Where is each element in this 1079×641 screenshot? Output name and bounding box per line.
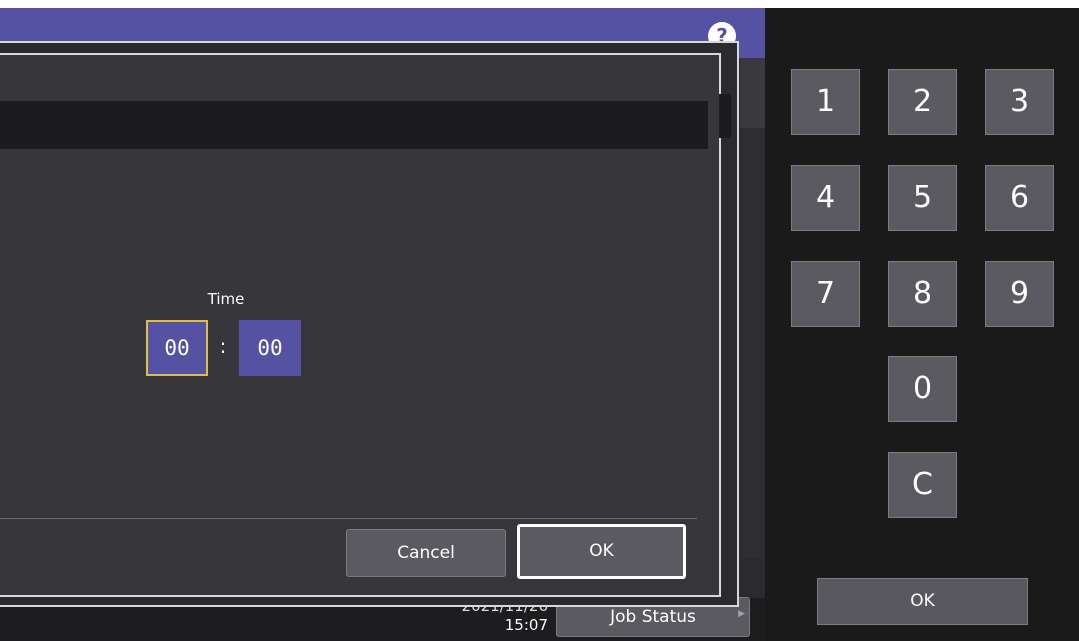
key-2[interactable]: 2 (888, 69, 957, 135)
triangle-right-icon: ▶ (738, 609, 745, 619)
background-strip (740, 58, 765, 129)
key-8[interactable]: 8 (888, 261, 957, 327)
dialog-name-field-end (719, 94, 731, 138)
hour-field[interactable]: 00 (146, 320, 208, 376)
key-0[interactable]: 0 (888, 356, 957, 422)
time-separator: : (219, 334, 227, 358)
job-status-label: Job Status (610, 607, 696, 627)
key-7[interactable]: 7 (791, 261, 860, 327)
cancel-button[interactable]: Cancel (346, 529, 506, 577)
key-9[interactable]: 9 (985, 261, 1054, 327)
key-clear[interactable]: C (888, 452, 957, 518)
minute-field[interactable]: 00 (239, 320, 301, 376)
dialog-divider (0, 518, 697, 519)
ok-button[interactable]: OK (517, 524, 686, 579)
time-label: Time (207, 290, 245, 308)
keypad-ok-button[interactable]: OK (817, 578, 1028, 625)
key-4[interactable]: 4 (791, 165, 860, 231)
key-3[interactable]: 3 (985, 69, 1054, 135)
key-5[interactable]: 5 (888, 165, 957, 231)
time-text: 15:07 (504, 616, 548, 634)
key-6[interactable]: 6 (985, 165, 1054, 231)
dialog-name-field (0, 101, 708, 149)
key-1[interactable]: 1 (791, 69, 860, 135)
background-strip-lower (740, 128, 765, 558)
